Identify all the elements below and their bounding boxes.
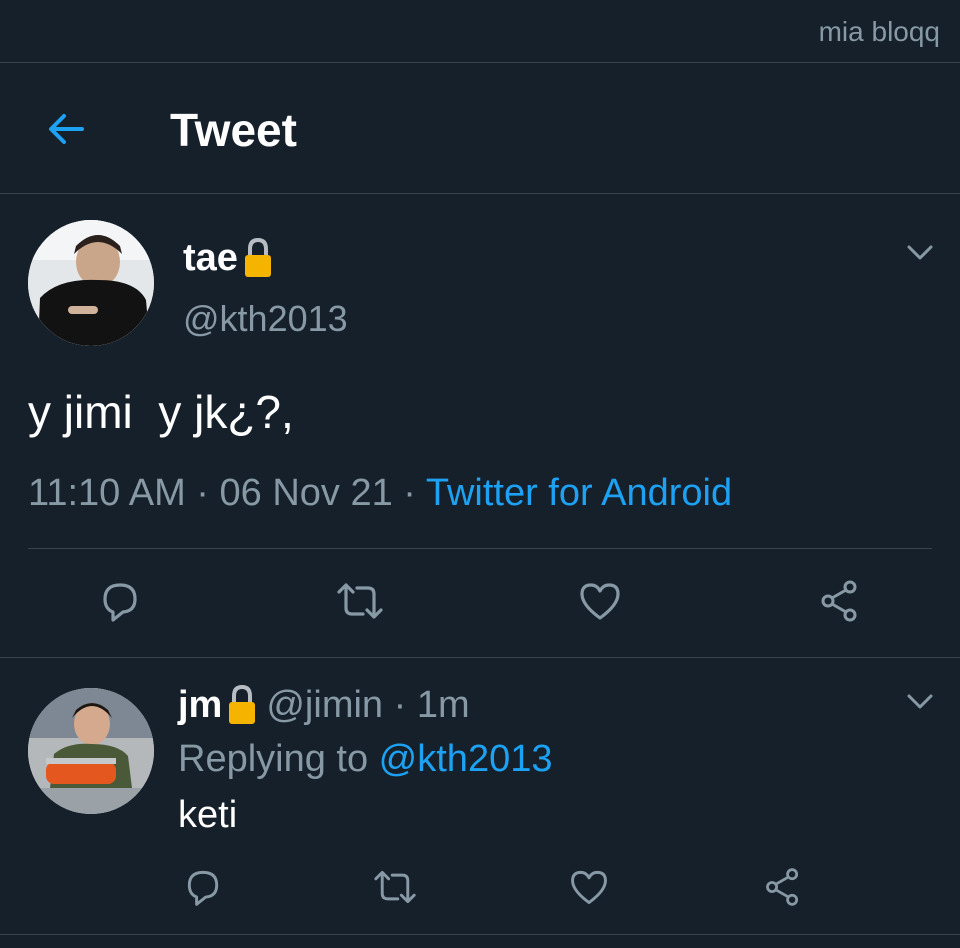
divider [28,548,932,549]
retweet-button[interactable] [370,862,420,912]
avatar[interactable] [28,220,154,346]
tweet-author-name[interactable]: tae [183,236,274,280]
arrow-left-icon [49,114,84,144]
reply-author-line: jm @jimin · 1m [178,683,470,727]
lock-icon [229,684,256,724]
retweet-icon [337,583,383,619]
replying-to-mention[interactable]: @kth2013 [379,738,553,780]
tweet-header: Tweet [0,63,960,194]
retweet-icon [374,870,416,904]
divider [0,934,960,935]
meta-separator: · [392,472,426,514]
back-button[interactable] [44,107,88,151]
reply-button[interactable] [95,576,145,626]
share-icon [821,580,857,622]
divider [0,657,960,658]
avatar-photo [28,220,154,346]
reply-icon [187,870,219,906]
avatar-photo [28,688,154,814]
replying-to-line: Replying to @kth2013 [178,738,552,781]
top-bar: mia bloqq [0,0,960,63]
tweet-date: 06 Nov 21 [219,472,393,514]
meta-separator: · [185,472,220,514]
like-icon [580,583,620,620]
tweet-source-link[interactable]: Twitter for Android [426,472,732,514]
chevron-down-icon [907,245,933,260]
like-icon [571,870,607,904]
lock-icon [244,237,271,277]
tweet-handle[interactable]: @kth2013 [183,298,348,340]
like-button[interactable] [575,576,625,626]
share-button[interactable] [815,576,865,626]
avatar[interactable] [28,688,154,814]
reply-icon [103,583,137,622]
tweet-time: 11:10 AM [28,472,186,514]
reply-text: keti [178,794,238,836]
like-button[interactable] [564,862,614,912]
tweet-menu-button[interactable] [906,243,934,263]
page-title: Tweet [170,104,297,156]
watermark-text: mia bloqq [818,16,940,47]
display-name: tae [183,236,238,279]
chevron-down-icon [907,694,933,709]
tweet-meta: 11:10 AM · 06 Nov 21 · Twitter for Andro… [28,472,732,515]
replying-prefix: Replying to [178,738,379,780]
share-button[interactable] [758,862,808,912]
share-icon [766,868,799,906]
reply-button[interactable] [178,862,228,912]
retweet-button[interactable] [335,576,385,626]
tweet-text: y jimi y jk¿?, [28,386,294,438]
reply-display-name[interactable]: jm [178,684,222,727]
reply-handle-time: @jimin · 1m [266,683,470,726]
reply-menu-button[interactable] [906,692,934,712]
